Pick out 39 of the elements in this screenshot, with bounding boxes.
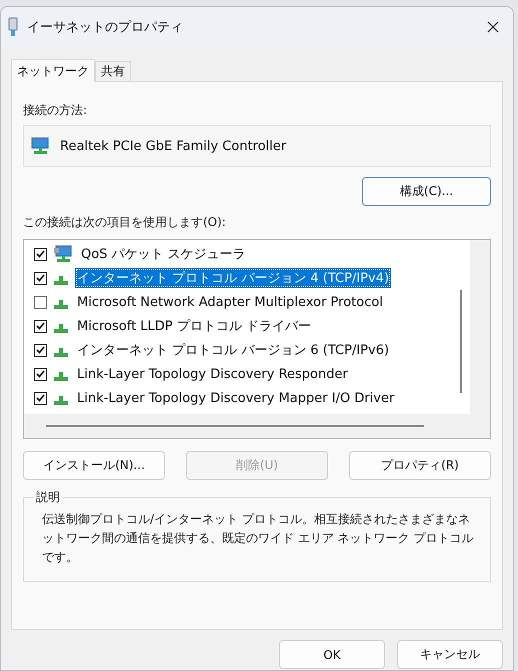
connect-using-label: 接続の方法: xyxy=(23,102,88,119)
network-adapter-icon xyxy=(7,16,19,36)
item-button[interactable]: インストール(N)... xyxy=(23,451,165,480)
network-monitor-icon xyxy=(53,245,73,263)
checkmark-icon xyxy=(36,346,45,354)
checkbox[interactable] xyxy=(34,296,47,308)
close-icon xyxy=(487,20,499,32)
list-item[interactable]: QoS パケット スケジューラ xyxy=(79,244,248,264)
tab[interactable]: ネットワーク xyxy=(11,59,95,82)
checkbox[interactable] xyxy=(34,368,47,380)
list-item[interactable]: Link-Layer Topology Discovery Mapper I/O Driver xyxy=(75,390,396,406)
network-monitor-icon xyxy=(30,137,50,155)
item-button[interactable]: プロパティ(R) xyxy=(349,451,491,480)
list-item[interactable]: Microsoft LLDP プロトコル ドライバー xyxy=(75,316,313,336)
adapter-name: Realtek PCIe GbE Family Controller xyxy=(60,138,286,154)
list-item[interactable]: Link-Layer Topology Discovery Responder xyxy=(75,366,350,382)
checkmark-icon xyxy=(36,394,45,402)
list-item[interactable]: インターネット プロトコル バージョン 4 (TCP/IPv4) xyxy=(75,268,392,288)
list-item[interactable]: インターネット プロトコル バージョン 6 (TCP/IPv6) xyxy=(75,340,392,360)
checkbox[interactable] xyxy=(34,248,47,260)
configure-button[interactable]: 構成(C)... xyxy=(362,177,491,206)
dialog-button[interactable]: キャンセル xyxy=(397,640,503,669)
dialog-button[interactable]: OK xyxy=(279,640,385,669)
checkbox[interactable] xyxy=(34,320,47,332)
window-title: イーサネットのプロパティ xyxy=(27,18,184,36)
list-item[interactable]: Microsoft Network Adapter Multiplexor Protocol xyxy=(75,294,385,310)
tab[interactable]: 共有 xyxy=(95,61,131,81)
checkmark-icon xyxy=(36,322,45,330)
items-label: この接続は次の項目を使用します(O): xyxy=(23,214,227,231)
scrollbar-thumb[interactable] xyxy=(46,425,424,427)
checkmark-icon xyxy=(36,250,45,258)
checkbox[interactable] xyxy=(34,392,47,404)
description-text: 伝送制御プロトコル/インターネット プロトコル。相互接続されたさまざまなネットワーク間の通信を提供する、既定のワイド エリア ネットワーク プロトコルです。 xyxy=(42,511,474,566)
scrollbar-thumb[interactable] xyxy=(460,290,462,393)
checkmark-icon xyxy=(36,370,45,378)
checkbox[interactable] xyxy=(34,344,47,356)
checkmark-icon xyxy=(36,274,45,282)
checkbox[interactable] xyxy=(34,272,47,284)
description-title: 説明 xyxy=(35,489,61,506)
